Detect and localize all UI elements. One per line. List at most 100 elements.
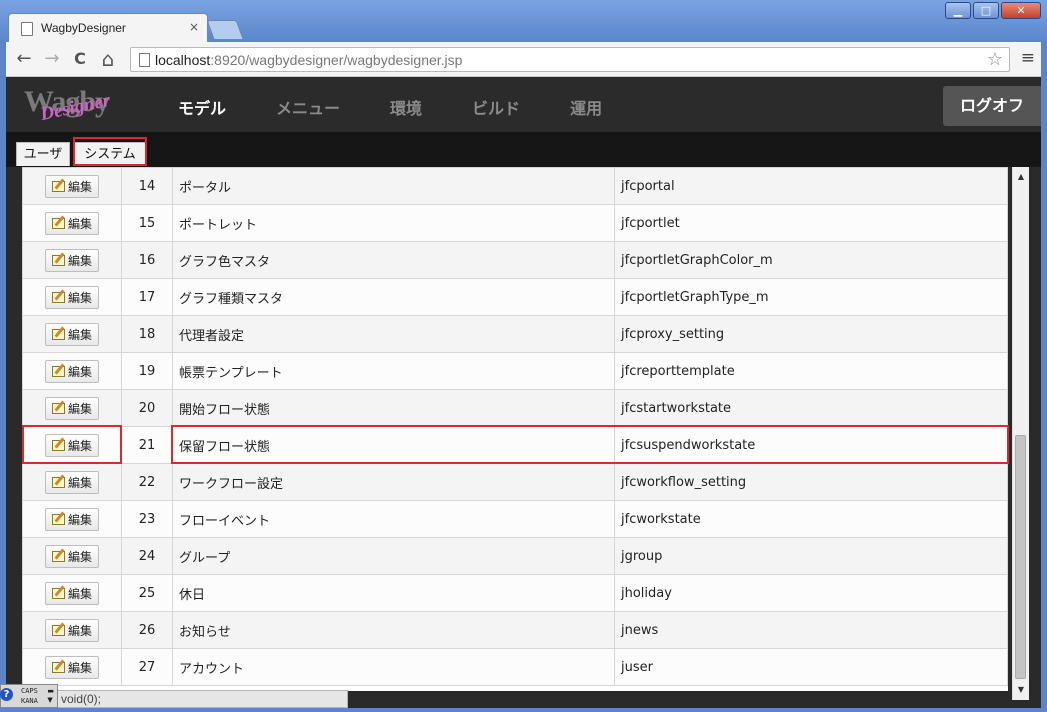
vertical-scrollbar[interactable]: ▲ ▼ — [1012, 167, 1029, 700]
edit-button[interactable]: 編集 — [44, 174, 99, 198]
ime-arrows-icon: ▬ ▼ — [47, 687, 54, 704]
back-arrow-icon[interactable]: ← — [12, 47, 36, 71]
edit-button[interactable]: 編集 — [44, 581, 99, 605]
bookmark-star-icon[interactable]: ☆ — [987, 49, 1003, 70]
edit-cell: 編集 — [22, 574, 122, 612]
app-header: Wagby Designer モデル メニュー 環境 ビルド 運用 ログオフ — [6, 77, 1041, 132]
table-row: 編集 22 ワークフロー設定 jfcworkflow_setting — [22, 463, 1008, 501]
edit-button-label: 編集 — [67, 438, 92, 453]
edit-button[interactable]: 編集 — [44, 433, 99, 457]
subtab-bar: ユーザ システム — [6, 132, 1041, 167]
edit-button[interactable]: 編集 — [44, 618, 99, 642]
model-id: jfcportletGraphColor_m — [614, 241, 1008, 279]
model-id: jfcportletGraphType_m — [614, 278, 1008, 316]
edit-pencil-icon — [51, 550, 65, 562]
edit-pencil-icon — [51, 365, 65, 377]
row-number: 19 — [121, 352, 173, 390]
edit-pencil-icon — [51, 217, 65, 229]
edit-button-label: 編集 — [67, 253, 92, 268]
edit-cell: 編集 — [22, 463, 122, 501]
model-id: jfcreporttemplate — [614, 352, 1008, 390]
model-id: jfcsuspendworkstate — [614, 426, 1008, 464]
model-id: jfcstartworkstate — [614, 389, 1008, 427]
edit-button[interactable]: 編集 — [44, 322, 99, 346]
model-id: jfcworkstate — [614, 500, 1008, 538]
edit-cell: 編集 — [22, 426, 122, 464]
table-row: 編集 21 保留フロー状態 jfcsuspendworkstate — [22, 426, 1008, 464]
browser-tab[interactable]: WagbyDesigner × — [8, 13, 208, 43]
model-name: グループ — [172, 537, 615, 575]
edit-button-label: 編集 — [67, 512, 92, 527]
scrollbar-thumb[interactable] — [1015, 435, 1026, 679]
table-row: 編集 23 フローイベント jfcworkstate — [22, 500, 1008, 538]
nav-operation[interactable]: 運用 — [570, 95, 602, 119]
model-name: ポータル — [172, 167, 615, 205]
reload-icon[interactable]: C — [68, 47, 92, 71]
edit-button[interactable]: 編集 — [44, 396, 99, 420]
edit-button[interactable]: 編集 — [44, 211, 99, 235]
browser-menu-icon[interactable]: ≡ — [1021, 48, 1035, 68]
ime-indicator[interactable]: ? CAPS KANA ▬ ▼ — [0, 684, 58, 708]
browser-titlebar: WagbyDesigner × ▁ □ ✕ — [0, 0, 1047, 43]
edit-pencil-icon — [51, 402, 65, 414]
scroll-down-icon[interactable]: ▼ — [1013, 682, 1029, 698]
minimize-button[interactable]: ▁ — [945, 2, 971, 19]
table-row: 編集 16 グラフ色マスタ jfcportletGraphColor_m — [22, 241, 1008, 279]
edit-button[interactable]: 編集 — [44, 470, 99, 494]
model-name: 代理者設定 — [172, 315, 615, 353]
nav-environment[interactable]: 環境 — [390, 95, 422, 119]
new-tab-button[interactable] — [206, 20, 244, 39]
table-row: 編集 27 アカウント juser — [22, 648, 1008, 686]
model-id: juser — [614, 648, 1008, 686]
row-number: 15 — [121, 204, 173, 242]
nav-build[interactable]: ビルド — [472, 95, 520, 119]
main-nav: モデル メニュー 環境 ビルド 運用 — [178, 95, 652, 119]
ime-help-icon[interactable]: ? — [0, 688, 13, 701]
maximize-button[interactable]: □ — [973, 2, 999, 19]
wagby-designer-logo: Wagby Designer — [24, 85, 113, 126]
edit-button[interactable]: 編集 — [44, 544, 99, 568]
model-name: ワークフロー設定 — [172, 463, 615, 501]
model-table: 編集 14 ポータル jfcportal 編集 15 ポートレット jfcportlet 編集 1… — [22, 167, 1008, 686]
edit-cell: 編集 — [22, 648, 122, 686]
tab-close-icon[interactable]: × — [189, 20, 199, 34]
home-icon[interactable]: ⌂ — [96, 47, 120, 71]
logoff-button[interactable]: ログオフ — [943, 86, 1041, 126]
model-id: jfcworkflow_setting — [614, 463, 1008, 501]
edit-pencil-icon — [51, 254, 65, 266]
model-name: フローイベント — [172, 500, 615, 538]
table-row: 編集 24 グループ jgroup — [22, 537, 1008, 575]
edit-button[interactable]: 編集 — [44, 248, 99, 272]
edit-button-label: 編集 — [67, 216, 92, 231]
nav-menu[interactable]: メニュー — [276, 95, 340, 119]
table-row: 編集 19 帳票テンプレート jfcreporttemplate — [22, 352, 1008, 390]
edit-button-label: 編集 — [67, 623, 92, 638]
edit-pencil-icon — [51, 180, 65, 192]
model-id: jgroup — [614, 537, 1008, 575]
subtab-user[interactable]: ユーザ — [16, 142, 70, 166]
edit-button[interactable]: 編集 — [44, 285, 99, 309]
page-favicon-icon — [21, 22, 33, 36]
edit-cell: 編集 — [22, 500, 122, 538]
nav-model[interactable]: モデル — [178, 95, 226, 119]
edit-pencil-icon — [51, 328, 65, 340]
edit-pencil-icon — [51, 661, 65, 673]
subtab-system[interactable]: システム — [74, 142, 146, 166]
edit-button-label: 編集 — [67, 179, 92, 194]
edit-button[interactable]: 編集 — [44, 507, 99, 531]
address-bar[interactable]: localhost:8920/wagbydesigner/wagbydesign… — [130, 47, 1010, 72]
close-window-button[interactable]: ✕ — [1001, 2, 1041, 19]
forward-arrow-icon[interactable]: → — [40, 47, 64, 71]
edit-cell: 編集 — [22, 611, 122, 649]
table-row: 編集 17 グラフ種類マスタ jfcportletGraphType_m — [22, 278, 1008, 316]
model-name: 保留フロー状態 — [172, 426, 615, 464]
edit-pencil-icon — [51, 513, 65, 525]
edit-button[interactable]: 編集 — [44, 359, 99, 383]
row-number: 27 — [121, 648, 173, 686]
edit-button[interactable]: 編集 — [44, 655, 99, 679]
edit-cell: 編集 — [22, 315, 122, 353]
table-row: 編集 25 休日 jholiday — [22, 574, 1008, 612]
edit-cell: 編集 — [22, 241, 122, 279]
model-name: 帳票テンプレート — [172, 352, 615, 390]
scroll-up-icon[interactable]: ▲ — [1013, 169, 1029, 185]
